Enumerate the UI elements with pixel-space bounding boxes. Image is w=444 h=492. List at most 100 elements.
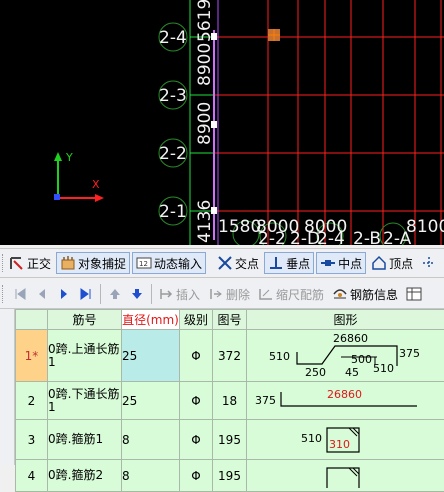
- grade-cell[interactable]: Φ: [180, 330, 213, 382]
- grade-cell[interactable]: Φ: [180, 382, 213, 420]
- table-row[interactable]: 3 0跨.箍筋1 8 Φ 195 510 310: [16, 420, 444, 460]
- rebar-info-icon: [332, 286, 348, 302]
- scale-rebar-icon: [258, 286, 274, 302]
- first-icon: [14, 288, 26, 300]
- table-header-row: 筋号 直径(mm) 级别 图号 图形: [16, 310, 444, 330]
- snap-toolbar: 正交 对象捕捉 12 动态输入 交点 垂点 中点: [0, 248, 444, 278]
- overflow-button[interactable]: [403, 283, 427, 305]
- shape-cell[interactable]: 375 26860: [247, 382, 444, 420]
- shape-no-cell[interactable]: 18: [213, 382, 247, 420]
- next-record-button[interactable]: [53, 283, 75, 305]
- header-shape[interactable]: 图形: [247, 310, 444, 330]
- table-icon: [406, 286, 422, 302]
- vertex-snap-button[interactable]: 顶点: [368, 252, 416, 274]
- more-snap-icon: [421, 255, 437, 271]
- vertex-icon: [371, 255, 387, 271]
- scale-rebar-label: 缩尺配筋: [276, 286, 324, 303]
- previous-record-button[interactable]: [31, 283, 53, 305]
- perpendicular-label: 垂点: [286, 255, 310, 272]
- row-number[interactable]: 3: [16, 420, 48, 460]
- rebar-name-cell[interactable]: 0跨.上通长筋1: [48, 330, 122, 382]
- grade-cell[interactable]: Φ: [180, 460, 213, 492]
- svg-text:45: 45: [345, 366, 359, 378]
- diameter-cell[interactable]: 25: [122, 330, 180, 382]
- row-number[interactable]: 4: [16, 460, 48, 492]
- dynamic-input-button[interactable]: 12 动态输入: [132, 252, 206, 274]
- rebar-shape-diagram: [247, 460, 443, 488]
- last-record-button[interactable]: [75, 283, 97, 305]
- bottom-dimensions: 1580 8000 2-2 2-D 8000 2-4 2-B 2-A 8100: [218, 217, 444, 245]
- rebar-info-label: 钢筋信息: [350, 286, 398, 303]
- svg-text:510: 510: [301, 432, 322, 445]
- vertex-label: 顶点: [389, 255, 413, 272]
- ortho-button[interactable]: 正交: [6, 252, 54, 274]
- delete-icon: [208, 286, 224, 302]
- panel-side-strip: [0, 309, 15, 465]
- header-name[interactable]: 筋号: [48, 310, 122, 330]
- arrow-up-icon: [109, 288, 121, 300]
- delete-label: 删除: [226, 286, 250, 303]
- first-record-button[interactable]: [9, 283, 31, 305]
- axis-label-2-2: 2-2: [159, 144, 187, 164]
- shape-cell[interactable]: 510 310: [247, 420, 444, 460]
- shape-no-cell[interactable]: 195: [213, 460, 247, 492]
- toolbar-grip[interactable]: [2, 285, 6, 303]
- svg-text:250: 250: [305, 366, 326, 378]
- rebar-name-cell[interactable]: 0跨.箍筋2: [48, 460, 122, 492]
- grade-cell[interactable]: Φ: [180, 420, 213, 460]
- table-row[interactable]: 4 0跨.箍筋2 8 Φ 195: [16, 460, 444, 492]
- header-grade[interactable]: 级别: [180, 310, 213, 330]
- delete-button[interactable]: 删除: [205, 283, 253, 305]
- shape-no-cell[interactable]: 372: [213, 330, 247, 382]
- cad-drawing-canvas[interactable]: 2-4 2-3 2-2 2-1 5619 8900 8900 4136 1580…: [0, 0, 444, 245]
- last-icon: [80, 288, 92, 300]
- intersection-snap-button[interactable]: 交点: [214, 252, 262, 274]
- dim-text: 5619: [195, 0, 215, 42]
- next-icon: [58, 288, 70, 300]
- axis-label-2-1: 2-1: [159, 202, 187, 222]
- perpendicular-snap-button[interactable]: 垂点: [264, 252, 314, 274]
- object-snap-button[interactable]: 对象捕捉: [56, 252, 130, 274]
- dim-text: 4136: [195, 200, 215, 243]
- svg-text:375: 375: [255, 394, 276, 407]
- move-up-button[interactable]: [104, 283, 126, 305]
- rebar-name-cell[interactable]: 0跨.箍筋1: [48, 420, 122, 460]
- rebar-info-button[interactable]: 钢筋信息: [329, 283, 401, 305]
- table-row[interactable]: 1* 0跨.上通长筋1 25 Φ 372 26860 510 375 500 2…: [16, 330, 444, 382]
- dim-text: 2-B: [353, 229, 381, 245]
- dim-text: 8100: [406, 217, 444, 237]
- table-row[interactable]: 2 0跨.下通长筋1 25 Φ 18 375 26860: [16, 382, 444, 420]
- diameter-cell[interactable]: 8: [122, 420, 180, 460]
- shape-cell[interactable]: [247, 460, 444, 492]
- shape-no-cell[interactable]: 195: [213, 420, 247, 460]
- diameter-cell[interactable]: 25: [122, 382, 180, 420]
- ortho-icon: [9, 255, 25, 271]
- dynamic-input-label: 动态输入: [154, 255, 202, 272]
- separator: [100, 284, 101, 304]
- svg-text:510: 510: [373, 362, 394, 375]
- move-down-button[interactable]: [126, 283, 148, 305]
- row-number[interactable]: 1*: [16, 330, 48, 382]
- svg-text:12: 12: [139, 260, 148, 268]
- header-row-number: [16, 310, 48, 330]
- header-diameter[interactable]: 直径(mm): [122, 310, 180, 330]
- header-shape-no[interactable]: 图号: [213, 310, 247, 330]
- midpoint-snap-button[interactable]: 中点: [316, 252, 366, 274]
- insert-icon: [158, 286, 174, 302]
- more-snap-button[interactable]: [418, 252, 442, 274]
- dim-text: 8900: [195, 102, 215, 145]
- row-number[interactable]: 2: [16, 382, 48, 420]
- ortho-label: 正交: [27, 255, 51, 272]
- axis-label-2-4: 2-4: [159, 28, 187, 48]
- diameter-cell[interactable]: 8: [122, 460, 180, 492]
- insert-button[interactable]: 插入: [155, 283, 203, 305]
- toolbar-grip[interactable]: [2, 254, 3, 272]
- svg-text:26860: 26860: [327, 388, 362, 401]
- cad-drawing[interactable]: 2-4 2-3 2-2 2-1 5619 8900 8900 4136 1580…: [0, 0, 444, 245]
- svg-text:500: 500: [351, 353, 372, 366]
- rebar-name-cell[interactable]: 0跨.下通长筋1: [48, 382, 122, 420]
- svg-text:510: 510: [269, 350, 290, 363]
- dim-text: 8900: [195, 43, 215, 86]
- shape-cell[interactable]: 26860 510 375 500 250 45 510: [247, 330, 444, 382]
- scale-rebar-button[interactable]: 缩尺配筋: [255, 283, 327, 305]
